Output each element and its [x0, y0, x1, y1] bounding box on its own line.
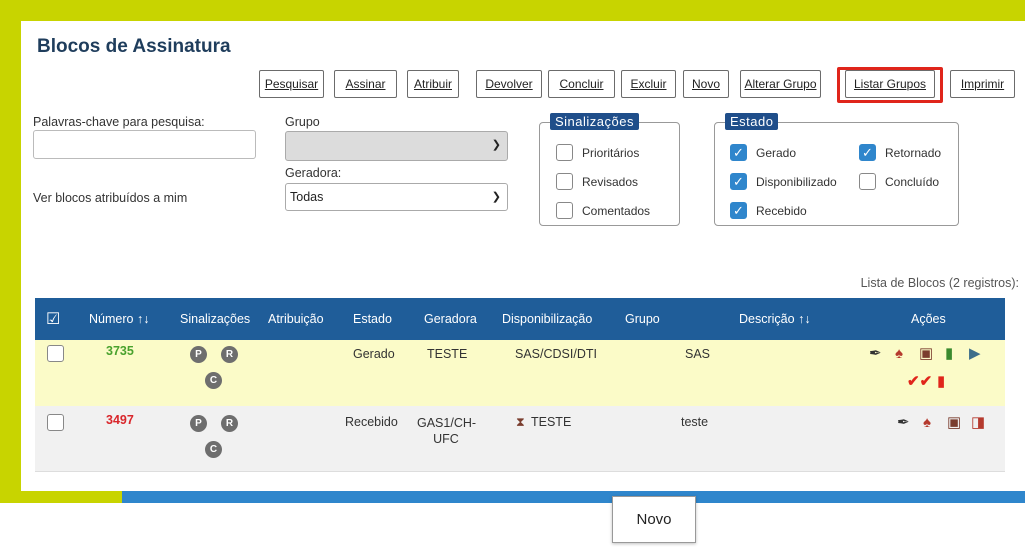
novo-tooltip: Novo [612, 496, 696, 543]
revised-badge: R [221, 415, 238, 432]
assigned-to-me-label[interactable]: Ver blocos atribuídos a mim [33, 191, 187, 205]
col-descricao[interactable]: Descrição ↑↓ [739, 312, 811, 326]
search-doc-icon[interactable]: ▣ [919, 346, 933, 362]
col-geradora: Geradora [424, 312, 477, 326]
col-acoes: Ações [911, 312, 946, 326]
user-icon[interactable]: ♠ [923, 415, 931, 431]
comment-badge: C [205, 372, 222, 389]
recebido-label: Recebido [756, 204, 807, 218]
top-accent-bar [0, 0, 1025, 21]
gerado-checkbox[interactable]: ✓ [730, 144, 747, 161]
chevron-down-icon: ❯ [491, 139, 501, 151]
col-grupo: Grupo [625, 312, 660, 326]
row-number[interactable]: 3735 [106, 344, 134, 358]
comentados-label: Comentados [582, 204, 651, 218]
keywords-label: Palavras-chave para pesquisa: [33, 115, 205, 129]
row-state: Gerado [353, 347, 395, 361]
bottom-accent-green [0, 491, 122, 503]
row-description: teste [681, 415, 709, 429]
chevron-down-icon: ❯ [491, 191, 501, 203]
edit-icon[interactable]: ✒ [897, 415, 910, 431]
table-row: 3735 P R C Gerado TESTE SAS/CDSI/DTI SAS… [35, 340, 1005, 406]
concluir-button[interactable]: Concluir [548, 70, 615, 98]
concluido-checkbox[interactable] [859, 173, 876, 190]
app-frame: Blocos de Assinatura Pesquisar Assinar A… [0, 0, 1025, 547]
atribuir-button[interactable]: Atribuir [407, 70, 459, 98]
signals-legend: Sinalizações [550, 113, 639, 130]
revisados-label: Revisados [582, 175, 639, 189]
row-availability: TESTE [531, 415, 572, 429]
row-state: Recebido [345, 415, 398, 429]
revised-badge: R [221, 346, 238, 363]
hourglass-icon: ⧗ [516, 415, 525, 429]
col-estado: Estado [353, 312, 392, 326]
document-green-icon[interactable]: ▮ [945, 346, 953, 362]
excluir-button[interactable]: Excluir [621, 70, 676, 98]
priority-badge: P [190, 346, 207, 363]
page-title: Blocos de Assinatura [37, 36, 231, 57]
generator-select-value: Todas [290, 190, 324, 204]
priority-badge: P [190, 415, 207, 432]
main-panel: Blocos de Assinatura Pesquisar Assinar A… [21, 21, 1025, 491]
row-checkbox[interactable] [47, 414, 64, 431]
trash-icon[interactable]: ▮ [937, 374, 945, 390]
imprimir-button[interactable]: Imprimir [950, 70, 1015, 98]
disponibilizado-label: Disponibilizado [756, 175, 837, 189]
assinar-button[interactable]: Assinar [334, 70, 397, 98]
col-descricao-label: Descrição [739, 312, 795, 326]
row-number[interactable]: 3497 [106, 413, 134, 427]
devolver-button[interactable]: Devolver [476, 70, 542, 98]
arrow-doc-icon[interactable]: ▶ [969, 346, 981, 362]
group-select[interactable]: ❯ [285, 131, 508, 161]
table-row: 3497 P R C Recebido GAS1/CH-UFC ⧗ TESTE … [35, 406, 1005, 472]
disponibilizado-checkbox[interactable]: ✓ [730, 173, 747, 190]
row-checkbox[interactable] [47, 345, 64, 362]
gerado-label: Gerado [756, 146, 797, 160]
select-all-checkbox[interactable]: ☑ [46, 309, 60, 329]
comment-badge: C [205, 441, 222, 458]
sort-icon[interactable]: ↑↓ [798, 312, 811, 326]
state-fieldset: Estado ✓ Gerado ✓ Retornado ✓ Disponibil… [714, 113, 959, 226]
recebido-checkbox[interactable]: ✓ [730, 202, 747, 219]
state-legend: Estado [725, 113, 779, 130]
novo-button[interactable]: Novo [683, 70, 729, 98]
bottom-accent-blue [122, 491, 1025, 503]
keywords-input[interactable] [33, 130, 256, 159]
pesquisar-button[interactable]: Pesquisar [259, 70, 324, 98]
row-generator: GAS1/CH-UFC [417, 416, 477, 446]
retornado-checkbox[interactable]: ✓ [859, 144, 876, 161]
revisados-checkbox[interactable] [556, 173, 573, 190]
prioritarios-checkbox[interactable] [556, 144, 573, 161]
user-icon[interactable]: ♠ [895, 346, 903, 362]
signals-fieldset: Sinalizações Prioritários Revisados Come… [539, 113, 680, 226]
col-sinalizacoes: Sinalizações [180, 312, 251, 326]
search-doc-icon[interactable]: ▣ [947, 415, 961, 431]
edit-icon[interactable]: ✒ [869, 346, 882, 362]
group-label: Grupo [285, 115, 320, 129]
records-count: Lista de Blocos (2 registros): [860, 276, 1019, 290]
col-atribuicao: Atribuição [268, 312, 324, 326]
comentados-checkbox[interactable] [556, 202, 573, 219]
left-accent-bar [0, 0, 21, 492]
prioritarios-label: Prioritários [582, 146, 640, 160]
sign-check-icon[interactable]: ✔✔ [907, 374, 932, 390]
row-description: SAS [685, 347, 711, 361]
col-disponibilizacao: Disponibilização [502, 312, 593, 326]
listar-grupos-highlight [837, 67, 943, 103]
return-icon[interactable]: ◨ [971, 415, 985, 431]
row-availability: SAS/CDSI/DTI [515, 347, 597, 361]
concluido-label: Concluído [885, 175, 940, 189]
generator-label: Geradora: [285, 166, 342, 180]
alterar-grupo-button[interactable]: Alterar Grupo [740, 70, 821, 98]
col-numero[interactable]: Número ↑↓ [89, 312, 149, 326]
table-header: ☑ Número ↑↓ Sinalizações Atribuição Esta… [35, 298, 1005, 340]
row-generator: TESTE [427, 347, 468, 361]
sort-icon[interactable]: ↑↓ [137, 312, 150, 326]
col-numero-label: Número [89, 312, 134, 326]
retornado-label: Retornado [885, 146, 942, 160]
generator-select[interactable]: Todas ❯ [285, 183, 508, 211]
